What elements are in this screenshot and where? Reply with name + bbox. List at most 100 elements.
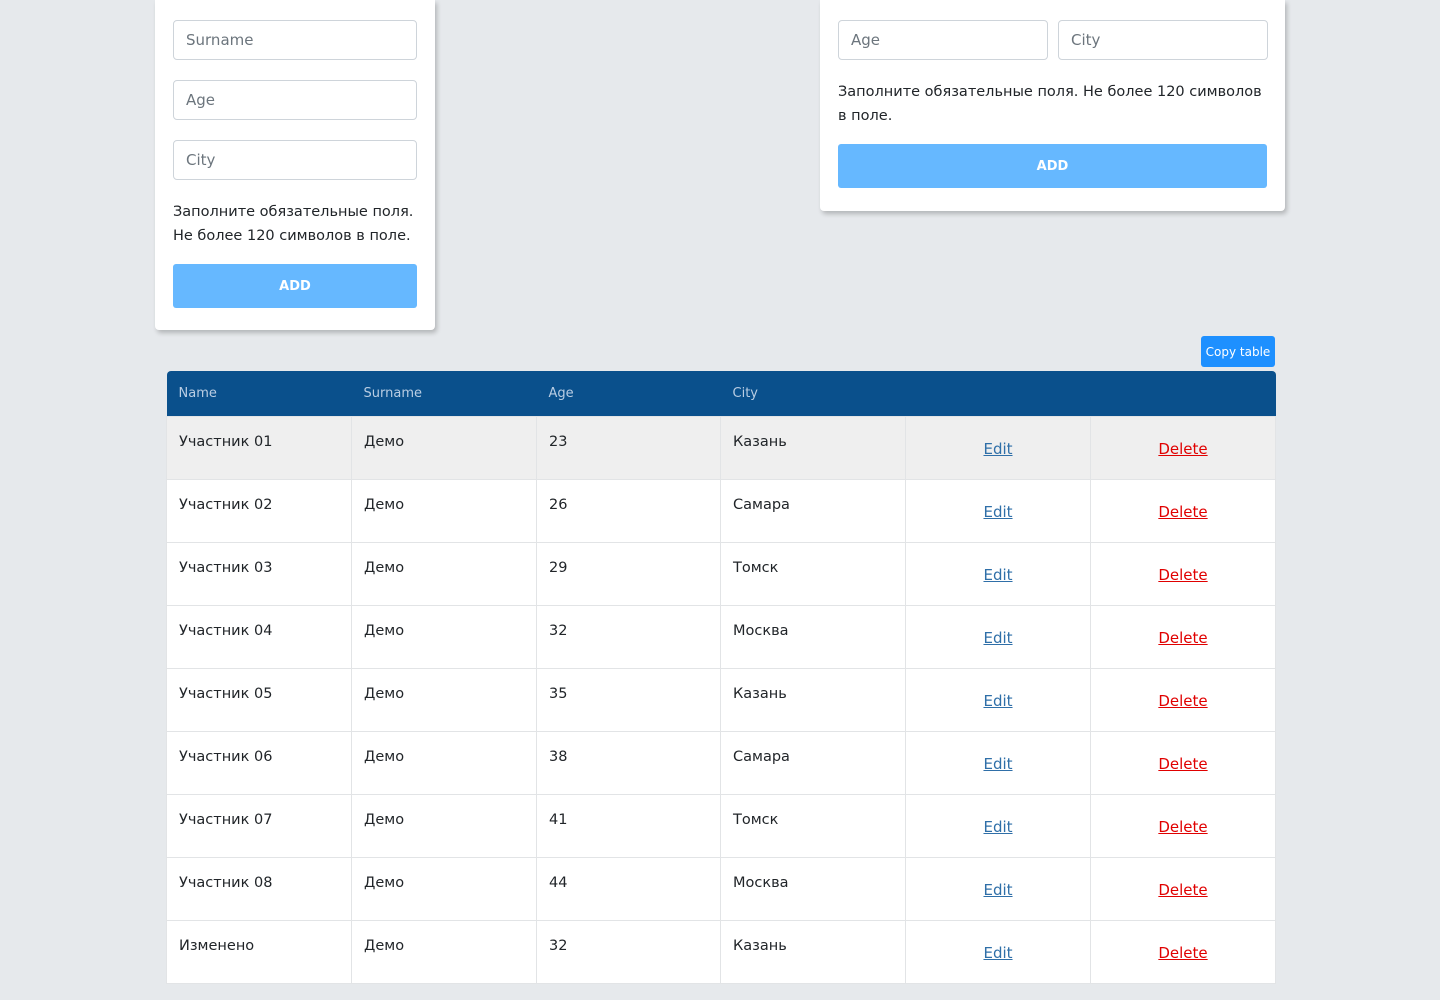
cell-surname: Демо	[351, 919, 537, 984]
cell-edit: Edit	[905, 856, 1091, 921]
cell-name: Участник 02	[166, 478, 352, 543]
cell-name: Участник 01	[166, 415, 352, 480]
cell-delete: Delete	[1090, 793, 1276, 858]
header-name: Name	[178, 385, 217, 401]
cell-age: 41	[536, 793, 721, 858]
cell-delete: Delete	[1090, 730, 1276, 795]
table-body: Участник 01 Демо 23 Казань Edit Delete Участни…	[166, 415, 1276, 984]
city-input[interactable]	[1058, 20, 1268, 60]
cell-age: 35	[536, 667, 721, 732]
cell-delete: Delete	[1090, 478, 1276, 543]
edit-link[interactable]: Edit	[983, 944, 1012, 962]
cell-edit: Edit	[905, 919, 1091, 984]
cell-delete: Delete	[1090, 667, 1276, 732]
cell-surname: Демо	[351, 415, 537, 480]
cell-edit: Edit	[905, 478, 1091, 543]
cell-delete: Delete	[1090, 604, 1276, 669]
cell-age: 23	[536, 415, 721, 480]
cell-city: Томск	[720, 793, 906, 858]
table-row: Участник 04 Демо 32 Москва Edit Delete	[166, 604, 1276, 669]
cell-surname: Демо	[351, 478, 537, 543]
cell-age: 32	[536, 919, 721, 984]
cell-delete: Delete	[1090, 541, 1276, 606]
cell-name: Участник 07	[166, 793, 352, 858]
table-row: Участник 07 Демо 41 Томск Edit Delete	[166, 793, 1276, 858]
cell-city: Казань	[720, 415, 906, 480]
delete-link[interactable]: Delete	[1158, 440, 1207, 458]
edit-link[interactable]: Edit	[983, 503, 1012, 521]
cell-age: 38	[536, 730, 721, 795]
cell-surname: Демо	[351, 730, 537, 795]
edit-link[interactable]: Edit	[983, 818, 1012, 836]
add-form-left: Заполните обязательные поля. Не более 12…	[155, 0, 435, 330]
cell-surname: Демо	[351, 667, 537, 732]
cell-name: Участник 05	[166, 667, 352, 732]
table-row: Участник 03 Демо 29 Томск Edit Delete	[166, 541, 1276, 606]
form-hint: Заполните обязательные поля. Не более 12…	[838, 84, 1262, 124]
cell-name: Участник 06	[166, 730, 352, 795]
cell-city: Москва	[720, 604, 906, 669]
city-input[interactable]	[173, 140, 417, 180]
age-input[interactable]	[838, 20, 1048, 60]
cell-city: Казань	[720, 667, 906, 732]
edit-link[interactable]: Edit	[983, 566, 1012, 584]
add-button[interactable]: ADD	[838, 144, 1267, 188]
delete-link[interactable]: Delete	[1158, 566, 1207, 584]
edit-link[interactable]: Edit	[983, 755, 1012, 773]
table-row: Участник 08 Демо 44 Москва Edit Delete	[166, 856, 1276, 921]
table-row: Участник 06 Демо 38 Самара Edit Delete	[166, 730, 1276, 795]
cell-edit: Edit	[905, 730, 1091, 795]
cell-surname: Демо	[351, 793, 537, 858]
cell-city: Самара	[720, 730, 906, 795]
cell-delete: Delete	[1090, 919, 1276, 984]
table-row: Участник 02 Демо 26 Самара Edit Delete	[166, 478, 1276, 543]
cell-city: Томск	[720, 541, 906, 606]
header-edit	[906, 371, 1091, 416]
form-hint: Заполните обязательные поля. Не более 12…	[173, 204, 414, 244]
cell-name: Участник 04	[166, 604, 352, 669]
cell-name: Участник 08	[166, 856, 352, 921]
table-row: Участник 01 Демо 23 Казань Edit Delete	[166, 415, 1276, 480]
cell-surname: Демо	[351, 541, 537, 606]
cell-delete: Delete	[1090, 415, 1276, 480]
surname-input[interactable]	[173, 20, 417, 60]
cell-city: Москва	[720, 856, 906, 921]
copy-table-button[interactable]: Copy table	[1201, 336, 1275, 367]
inputs-row	[838, 20, 1268, 60]
age-input[interactable]	[173, 80, 417, 120]
add-button[interactable]: ADD	[173, 264, 417, 308]
cell-city: Казань	[720, 919, 906, 984]
edit-link[interactable]: Edit	[983, 629, 1012, 647]
cell-name: Участник 03	[166, 541, 352, 606]
delete-link[interactable]: Delete	[1158, 503, 1207, 521]
delete-link[interactable]: Delete	[1158, 692, 1207, 710]
delete-link[interactable]: Delete	[1158, 818, 1207, 836]
cell-edit: Edit	[905, 415, 1091, 480]
cell-name: Изменено	[166, 919, 352, 984]
cell-age: 32	[536, 604, 721, 669]
cell-city: Самара	[720, 478, 906, 543]
edit-link[interactable]: Edit	[983, 881, 1012, 899]
header-age: Age	[548, 385, 574, 401]
delete-link[interactable]: Delete	[1158, 755, 1207, 773]
cell-age: 44	[536, 856, 721, 921]
table-header-row: Name Surname Age City	[166, 371, 1276, 416]
header-city: City	[732, 385, 758, 401]
cell-edit: Edit	[905, 604, 1091, 669]
cell-age: 26	[536, 478, 721, 543]
edit-link[interactable]: Edit	[983, 440, 1012, 458]
cell-edit: Edit	[905, 541, 1091, 606]
cell-age: 29	[536, 541, 721, 606]
delete-link[interactable]: Delete	[1158, 629, 1207, 647]
table-row: Изменено Демо 32 Казань Edit Delete	[166, 919, 1276, 984]
table-row: Участник 05 Демо 35 Казань Edit Delete	[166, 667, 1276, 732]
header-surname: Surname	[363, 385, 422, 401]
edit-link[interactable]: Edit	[983, 692, 1012, 710]
header-delete	[1091, 371, 1276, 416]
cell-edit: Edit	[905, 793, 1091, 858]
delete-link[interactable]: Delete	[1158, 881, 1207, 899]
delete-link[interactable]: Delete	[1158, 944, 1207, 962]
cell-surname: Демо	[351, 604, 537, 669]
participants-table: Name Surname Age City Участник 01 Демо 23 К…	[166, 371, 1276, 984]
cell-edit: Edit	[905, 667, 1091, 732]
